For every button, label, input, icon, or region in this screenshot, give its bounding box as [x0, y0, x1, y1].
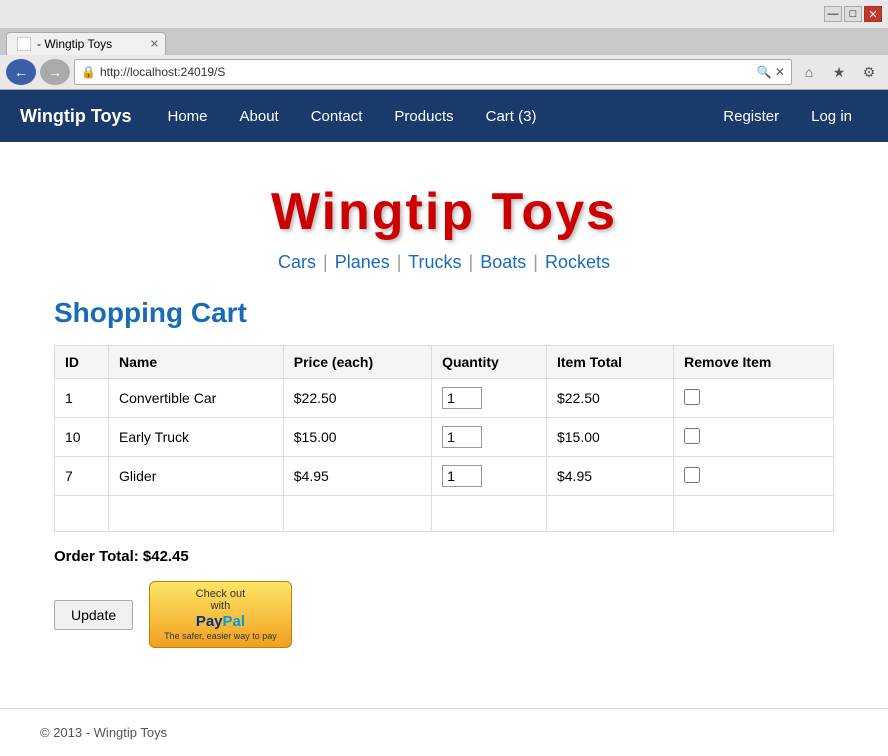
nav-home[interactable]: Home: [152, 90, 224, 142]
separator-1: |: [323, 252, 328, 272]
cart-table: ID Name Price (each) Quantity Item Total…: [54, 345, 834, 532]
cell-total: $15.00: [546, 418, 673, 457]
separator-3: |: [469, 252, 474, 272]
window-controls: — □ ✕: [824, 6, 882, 22]
forward-button[interactable]: →: [40, 59, 70, 85]
cell-price: $4.95: [283, 457, 431, 496]
browser-tabs: - Wingtip Toys ✕: [0, 28, 888, 55]
order-total: Order Total: $42.45: [54, 548, 834, 565]
category-boats[interactable]: Boats: [480, 252, 526, 272]
cell-remove[interactable]: [674, 379, 834, 418]
category-planes[interactable]: Planes: [335, 252, 390, 272]
table-row: 7 Glider $4.95 $4.95: [55, 457, 834, 496]
browser-chrome: — □ ✕ - Wingtip Toys ✕ ← → 🔒 http://loca…: [0, 0, 888, 90]
category-nav: Cars | Planes | Trucks | Boats | Rockets: [54, 252, 834, 273]
qty-input[interactable]: [442, 465, 482, 487]
navbar-brand[interactable]: Wingtip Toys: [20, 106, 132, 127]
navbar: Wingtip Toys Home About Contact Products…: [0, 90, 888, 142]
tab-favicon: [17, 37, 31, 51]
cell-remove[interactable]: [674, 457, 834, 496]
cell-total: $22.50: [546, 379, 673, 418]
page-title: Shopping Cart: [54, 297, 834, 329]
cell-id: 10: [55, 418, 109, 457]
address-bar-icon: 🔒: [81, 65, 96, 79]
nav-register[interactable]: Register: [707, 90, 795, 142]
remove-checkbox[interactable]: [684, 389, 700, 405]
col-header-total: Item Total: [546, 346, 673, 379]
maximize-button[interactable]: □: [844, 6, 862, 22]
paypal-top-text: Check outwith: [196, 588, 246, 612]
table-row: 1 Convertible Car $22.50 $22.50: [55, 379, 834, 418]
paypal-subtext: The safer, easier way to pay: [164, 631, 277, 641]
cell-remove[interactable]: [674, 418, 834, 457]
cell-id: 7: [55, 457, 109, 496]
tab-close-button[interactable]: ✕: [150, 38, 159, 51]
remove-checkbox[interactable]: [684, 467, 700, 483]
col-header-qty: Quantity: [432, 346, 547, 379]
cell-id: 1: [55, 379, 109, 418]
cell-qty[interactable]: [432, 418, 547, 457]
home-icon[interactable]: ⌂: [796, 59, 822, 85]
browser-titlebar: — □ ✕: [0, 0, 888, 28]
tab-title: - Wingtip Toys: [37, 37, 112, 51]
settings-icon[interactable]: ⚙: [856, 59, 882, 85]
footer: © 2013 - Wingtip Toys: [0, 709, 888, 756]
paypal-button[interactable]: Check outwith PayPal The safer, easier w…: [149, 581, 292, 648]
browser-toolbar: ← → 🔒 http://localhost:24019/S 🔍 ✕ ⌂ ★ ⚙: [0, 55, 888, 89]
category-cars[interactable]: Cars: [278, 252, 316, 272]
cell-qty[interactable]: [432, 457, 547, 496]
cell-price: $22.50: [283, 379, 431, 418]
update-button[interactable]: Update: [54, 600, 133, 630]
address-text: http://localhost:24019/S: [100, 65, 753, 79]
nav-about[interactable]: About: [224, 90, 295, 142]
cell-qty[interactable]: [432, 379, 547, 418]
category-trucks[interactable]: Trucks: [408, 252, 461, 272]
remove-checkbox[interactable]: [684, 428, 700, 444]
cell-name: Convertible Car: [109, 379, 284, 418]
browser-tab-active[interactable]: - Wingtip Toys ✕: [6, 32, 166, 55]
cell-name: Glider: [109, 457, 284, 496]
cell-price: $15.00: [283, 418, 431, 457]
nav-products[interactable]: Products: [378, 90, 469, 142]
nav-cart[interactable]: Cart (3): [470, 90, 553, 142]
navbar-right: Register Log in: [707, 90, 868, 142]
nav-contact[interactable]: Contact: [295, 90, 379, 142]
col-header-name: Name: [109, 346, 284, 379]
minimize-button[interactable]: —: [824, 6, 842, 22]
separator-4: |: [533, 252, 538, 272]
cell-total: $4.95: [546, 457, 673, 496]
paypal-logo: PayPal: [196, 613, 245, 630]
table-row: 10 Early Truck $15.00 $15.00: [55, 418, 834, 457]
favorites-icon[interactable]: ★: [826, 59, 852, 85]
qty-input[interactable]: [442, 387, 482, 409]
site-title: Wingtip Toys: [54, 182, 834, 242]
col-header-id: ID: [55, 346, 109, 379]
separator-2: |: [397, 252, 402, 272]
table-empty-row: [55, 496, 834, 532]
qty-input[interactable]: [442, 426, 482, 448]
back-button[interactable]: ←: [6, 59, 36, 85]
footer-text: © 2013 - Wingtip Toys: [40, 725, 167, 740]
nav-login[interactable]: Log in: [795, 90, 868, 142]
address-bar[interactable]: 🔒 http://localhost:24019/S 🔍 ✕: [74, 59, 792, 85]
close-button[interactable]: ✕: [864, 6, 882, 22]
cell-name: Early Truck: [109, 418, 284, 457]
col-header-price: Price (each): [283, 346, 431, 379]
main-content: Wingtip Toys Cars | Planes | Trucks | Bo…: [14, 142, 874, 688]
address-actions: 🔍 ✕: [757, 65, 785, 79]
col-header-remove: Remove Item: [674, 346, 834, 379]
category-rockets[interactable]: Rockets: [545, 252, 610, 272]
toolbar-icons: ⌂ ★ ⚙: [796, 59, 882, 85]
navbar-links: Home About Contact Products Cart (3): [152, 90, 708, 142]
action-buttons: Update Check outwith PayPal The safer, e…: [54, 581, 834, 648]
